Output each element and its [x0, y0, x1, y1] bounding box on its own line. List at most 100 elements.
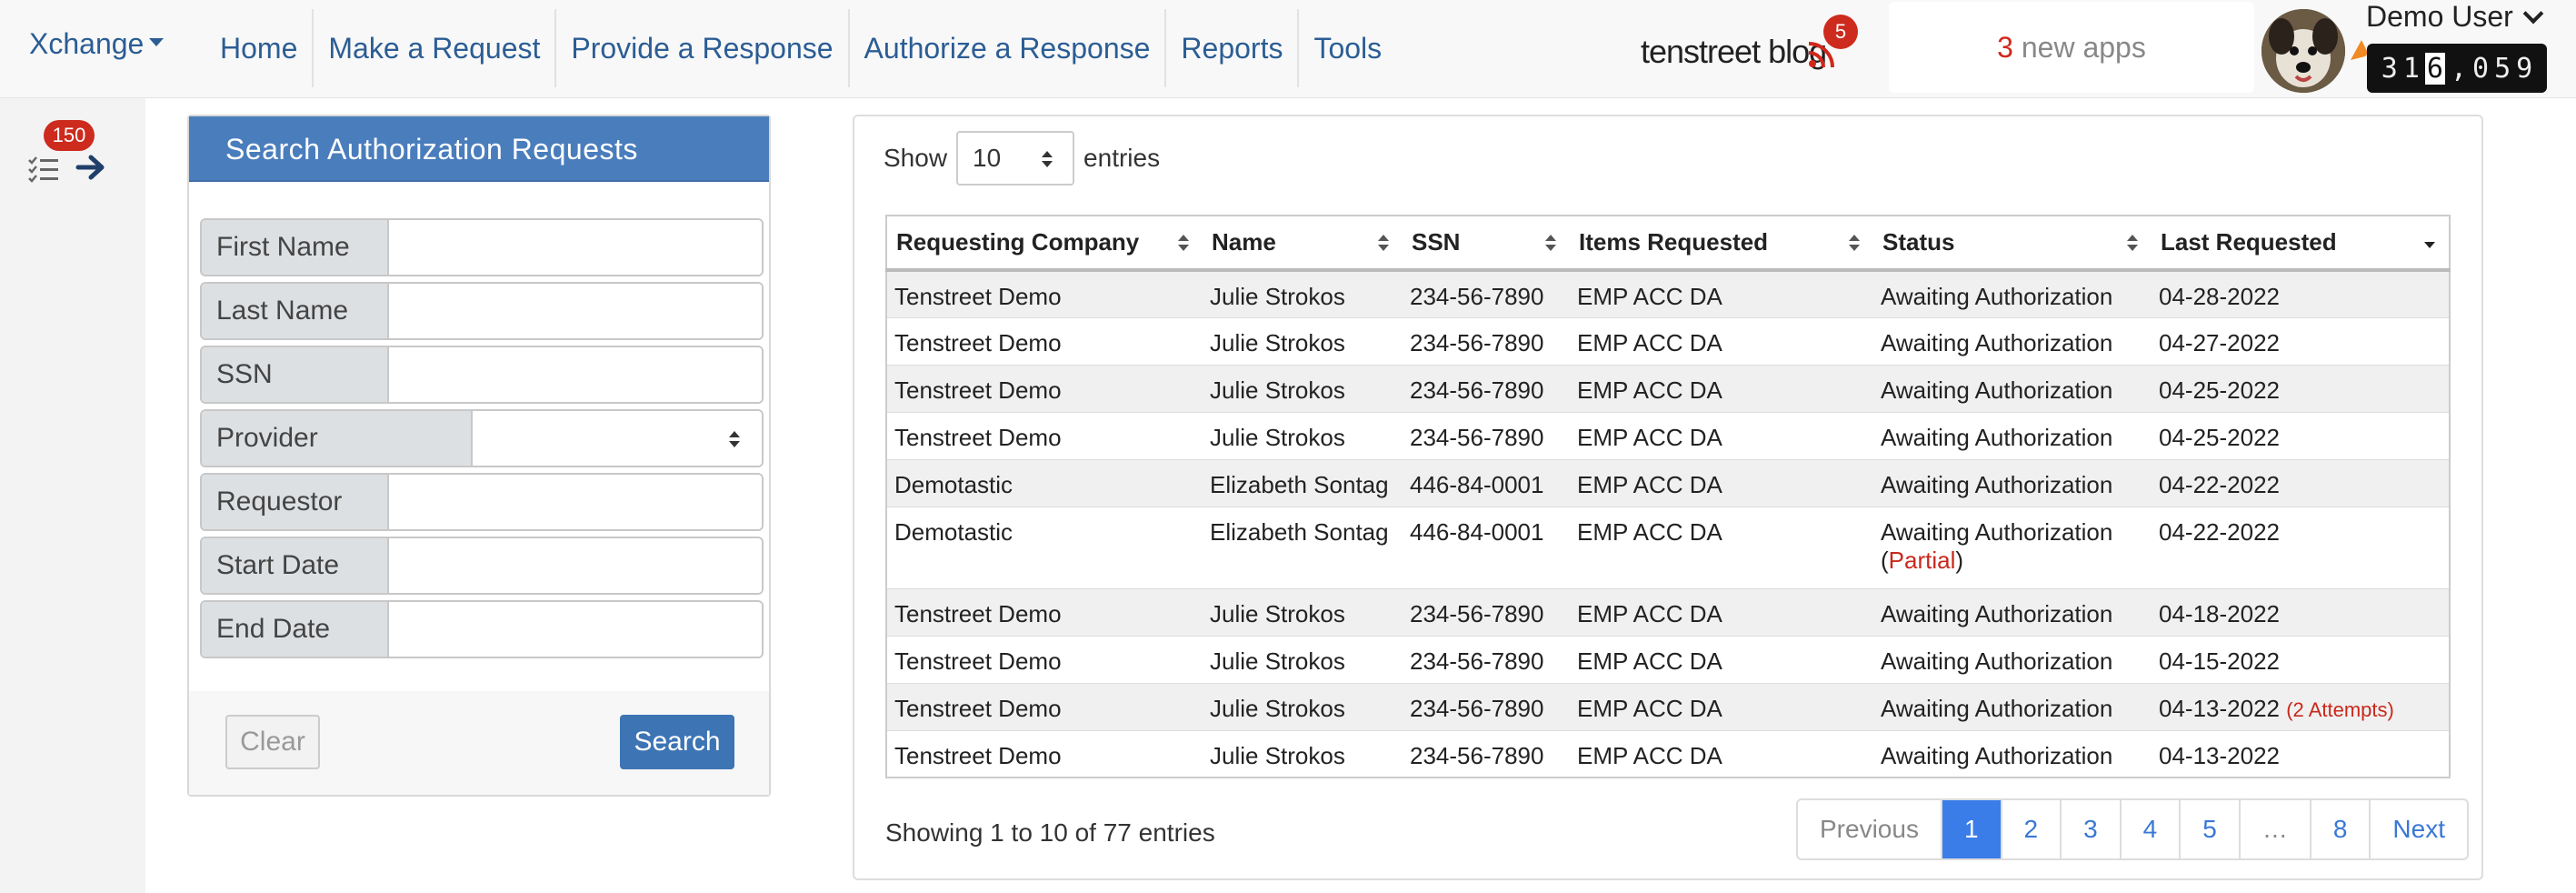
- table-row[interactable]: Tenstreet Demo Julie Strokos 234-56-7890…: [886, 682, 2450, 730]
- table-row[interactable]: Tenstreet Demo Julie Strokos 234-56-7890…: [886, 729, 2450, 778]
- table-header-row: Requesting Company Name SSN Items Reques…: [886, 216, 2450, 272]
- cell-name: Julie Strokos: [1203, 364, 1403, 412]
- col-status[interactable]: Status: [1873, 216, 2152, 272]
- cell-name: Julie Strokos: [1203, 682, 1403, 730]
- cell-date: 04-25-2022: [2152, 411, 2450, 459]
- provider-label: Provider: [202, 411, 473, 466]
- clear-button[interactable]: Clear: [225, 715, 320, 769]
- blog-link[interactable]: tenstreet blog: [1641, 33, 1834, 71]
- table-row[interactable]: Tenstreet Demo Julie Strokos 234-56-7890…: [886, 364, 2450, 412]
- brand-dropdown[interactable]: Xchange: [29, 27, 165, 61]
- sort-icon: [1849, 235, 1860, 251]
- column-label: Name: [1212, 228, 1276, 256]
- select-arrows-icon: [1042, 151, 1053, 167]
- odometer-digit: 3: [2381, 52, 2398, 85]
- cell-ssn: 234-56-7890: [1403, 364, 1570, 412]
- col-items-requested[interactable]: Items Requested: [1570, 216, 1873, 272]
- cell-date: 04-13-2022 (2 Attempts): [2152, 682, 2450, 730]
- cell-status: Awaiting Authorization: [1873, 458, 2152, 507]
- requestor-field: Requestor: [200, 473, 764, 531]
- table-row[interactable]: Tenstreet Demo Julie Strokos 234-56-7890…: [886, 587, 2450, 636]
- dog-avatar-icon: [2261, 9, 2345, 93]
- ssn-input[interactable]: [389, 347, 762, 402]
- table-row[interactable]: Tenstreet Demo Julie Strokos 234-56-7890…: [886, 316, 2450, 365]
- requestor-input[interactable]: [389, 475, 762, 529]
- tasks-count-badge: 150: [44, 120, 95, 151]
- first-name-label: First Name: [202, 220, 389, 275]
- ssn-label: SSN: [202, 347, 389, 402]
- provider-select[interactable]: [473, 411, 762, 466]
- pagination-page[interactable]: 3: [2060, 800, 2120, 858]
- page-length-select[interactable]: 10: [956, 131, 1075, 186]
- cell-items: EMP ACC DA: [1570, 458, 1873, 507]
- last-name-field: Last Name: [200, 282, 764, 340]
- cell-ssn: 234-56-7890: [1403, 269, 1570, 317]
- start-date-input[interactable]: [389, 538, 762, 593]
- first-name-input[interactable]: [389, 220, 762, 275]
- sort-icon: [1178, 235, 1189, 251]
- cell-company: Demotastic: [886, 506, 1203, 588]
- nav-home[interactable]: Home: [205, 9, 312, 87]
- cell-company: Tenstreet Demo: [886, 682, 1203, 730]
- pagination-page[interactable]: 4: [2119, 800, 2180, 858]
- cell-status: Awaiting Authorization: [1873, 587, 2152, 636]
- col-requesting-company[interactable]: Requesting Company: [886, 216, 1203, 272]
- status-text: Awaiting Authorization: [1881, 517, 2113, 546]
- top-navbar: Xchange Home Make a Request Provide a Re…: [0, 0, 2576, 98]
- user-menu[interactable]: Demo User: [2366, 0, 2544, 34]
- pagination-page[interactable]: 8: [2309, 800, 2370, 858]
- column-label: Items Requested: [1579, 228, 1769, 256]
- last-name-input[interactable]: [389, 284, 762, 338]
- pagination-page[interactable]: 5: [2179, 800, 2239, 858]
- end-date-input[interactable]: [389, 602, 762, 657]
- column-label: Last Requested: [2161, 228, 2337, 256]
- cell-items: EMP ACC DA: [1570, 587, 1873, 636]
- cell-name: Julie Strokos: [1203, 635, 1403, 683]
- end-date-label: End Date: [202, 602, 389, 657]
- table-body: Tenstreet Demo Julie Strokos 234-56-7890…: [886, 269, 2450, 778]
- cell-status: Awaiting Authorization: [1873, 269, 2152, 317]
- new-apps-link[interactable]: 3 new apps: [1889, 2, 2254, 93]
- nav-make-request[interactable]: Make a Request: [312, 9, 554, 87]
- col-last-requested[interactable]: Last Requested: [2152, 216, 2450, 272]
- cell-status: Awaiting Authorization: [1873, 635, 2152, 683]
- cell-ssn: 446-84-0001: [1403, 458, 1570, 507]
- pagination-next[interactable]: Next: [2369, 800, 2467, 858]
- sort-icon: [1545, 235, 1556, 251]
- pagination-page[interactable]: 1: [1940, 800, 2001, 858]
- cell-name: Julie Strokos: [1203, 269, 1403, 317]
- cell-status: Awaiting Authorization: [1873, 729, 2152, 778]
- nav-reports[interactable]: Reports: [1164, 9, 1297, 87]
- cell-name: Elizabeth Sontag: [1203, 506, 1403, 588]
- table-row[interactable]: Tenstreet Demo Julie Strokos 234-56-7890…: [886, 635, 2450, 683]
- start-date-field: Start Date: [200, 537, 764, 595]
- cell-company: Tenstreet Demo: [886, 587, 1203, 636]
- table-row[interactable]: Demotastic Elizabeth Sontag 446-84-0001 …: [886, 458, 2450, 507]
- nav-authorize-response[interactable]: Authorize a Response: [847, 9, 1165, 87]
- end-date-field: End Date: [200, 600, 764, 658]
- col-name[interactable]: Name: [1203, 216, 1403, 272]
- sort-desc-icon: [2424, 242, 2435, 248]
- pagination-page[interactable]: 2: [2000, 800, 2061, 858]
- ssn-field: SSN: [200, 346, 764, 404]
- provider-field: Provider: [200, 409, 764, 467]
- table-row[interactable]: Demotastic Elizabeth Sontag 446-84-0001 …: [886, 506, 2450, 588]
- user-avatar[interactable]: [2261, 9, 2345, 93]
- table-row[interactable]: Tenstreet Demo Julie Strokos 234-56-7890…: [886, 411, 2450, 459]
- caret-down-icon: [149, 38, 165, 47]
- last-name-label: Last Name: [202, 284, 389, 338]
- search-button[interactable]: Search: [620, 715, 734, 769]
- arrow-right-icon[interactable]: [75, 151, 107, 184]
- col-ssn[interactable]: SSN: [1403, 216, 1570, 272]
- nav-tools[interactable]: Tools: [1297, 9, 1396, 87]
- table-row[interactable]: Tenstreet Demo Julie Strokos 234-56-7890…: [886, 269, 2450, 317]
- main-nav: Home Make a Request Provide a Response A…: [205, 9, 1396, 87]
- page-length-control: Show 10 entries: [884, 131, 1160, 186]
- cell-date: 04-25-2022: [2152, 364, 2450, 412]
- pagination-previous[interactable]: Previous: [1798, 800, 1941, 858]
- task-list-icon[interactable]: [27, 155, 60, 184]
- nav-provide-response[interactable]: Provide a Response: [554, 9, 847, 87]
- cell-status: Awaiting Authorization: [1873, 682, 2152, 730]
- cell-date: 04-22-2022: [2152, 506, 2450, 588]
- cell-date: 04-22-2022: [2152, 458, 2450, 507]
